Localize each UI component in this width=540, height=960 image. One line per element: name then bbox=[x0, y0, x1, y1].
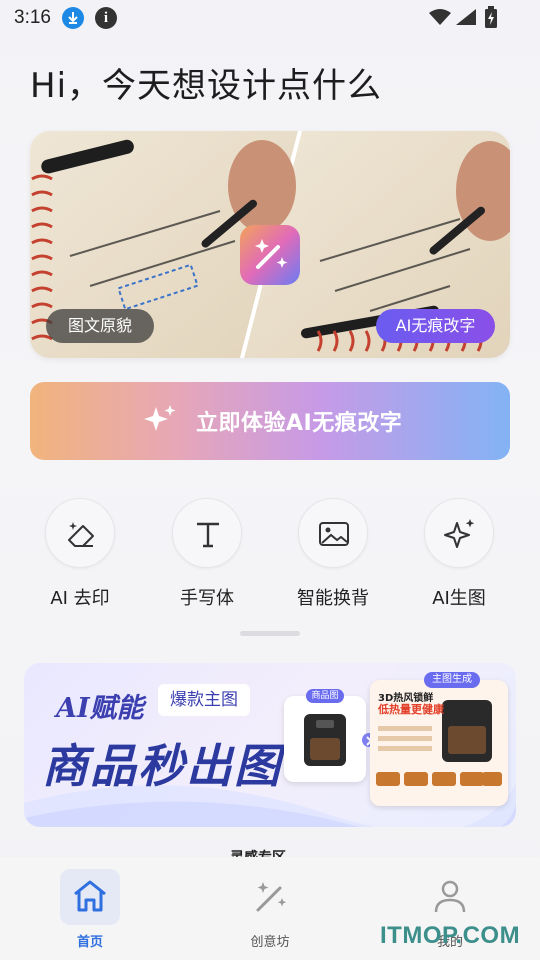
magic-wand-badge bbox=[240, 225, 300, 285]
tool-label: AI生图 bbox=[432, 588, 486, 609]
eraser-icon bbox=[68, 522, 94, 547]
signal-icon bbox=[456, 9, 476, 25]
banner-ai-label: AI赋能 bbox=[56, 693, 144, 724]
nav-home-label[interactable]: 首页 bbox=[40, 931, 140, 950]
tool-circle bbox=[172, 498, 242, 568]
drag-handle[interactable] bbox=[240, 631, 300, 636]
tool-circle bbox=[45, 498, 115, 568]
air-fryer-image bbox=[304, 714, 346, 766]
image-icon bbox=[319, 522, 349, 546]
site-watermark: ITMOP.COM bbox=[380, 922, 521, 949]
magic-wand-icon bbox=[255, 239, 288, 269]
text-t-icon bbox=[197, 522, 219, 548]
tool-handwriting[interactable]: 手写体 bbox=[147, 498, 267, 618]
main-image-subtitle: 低热量更健康 bbox=[378, 703, 444, 716]
product-image-card bbox=[284, 696, 366, 782]
nav-creative-label[interactable]: 创意坊 bbox=[220, 931, 320, 950]
banner-pill: 爆款主图 bbox=[158, 684, 250, 716]
product-tag: 商品图 bbox=[306, 689, 344, 703]
magic-wand-icon[interactable] bbox=[250, 876, 290, 916]
tool-label: 智能换背 bbox=[297, 588, 369, 609]
cta-label: 立即体验AI无痕改字 bbox=[196, 411, 403, 436]
sparkle-icon bbox=[444, 519, 475, 548]
tool-label: AI 去印 bbox=[50, 588, 110, 609]
tool-circle bbox=[298, 498, 368, 568]
user-icon[interactable] bbox=[430, 876, 470, 916]
battery-icon bbox=[485, 6, 497, 28]
tool-label: 手写体 bbox=[180, 588, 234, 609]
tool-circle bbox=[424, 498, 494, 568]
banner-headline: 商品秒出图 bbox=[42, 739, 282, 793]
tool-ai-image-gen[interactable]: AI生图 bbox=[399, 498, 519, 618]
download-icon bbox=[62, 7, 84, 29]
tool-background-swap[interactable]: 智能换背 bbox=[273, 498, 393, 618]
sparkle-icon bbox=[144, 405, 176, 431]
status-time: 3:16 bbox=[14, 7, 51, 28]
page-greeting: Hi，今天想设计点什么 bbox=[30, 66, 383, 106]
ai-edit-tag: AI无痕改字 bbox=[376, 309, 495, 343]
info-icon: i bbox=[95, 7, 117, 29]
status-bar: 3:16 i bbox=[0, 0, 540, 36]
main-image-tag: 主图生成 bbox=[424, 672, 480, 688]
original-tag: 图文原貌 bbox=[46, 309, 154, 343]
home-icon[interactable] bbox=[70, 876, 110, 916]
wifi-icon bbox=[429, 9, 451, 25]
tool-ai-watermark-remove[interactable]: AI 去印 bbox=[20, 498, 140, 618]
